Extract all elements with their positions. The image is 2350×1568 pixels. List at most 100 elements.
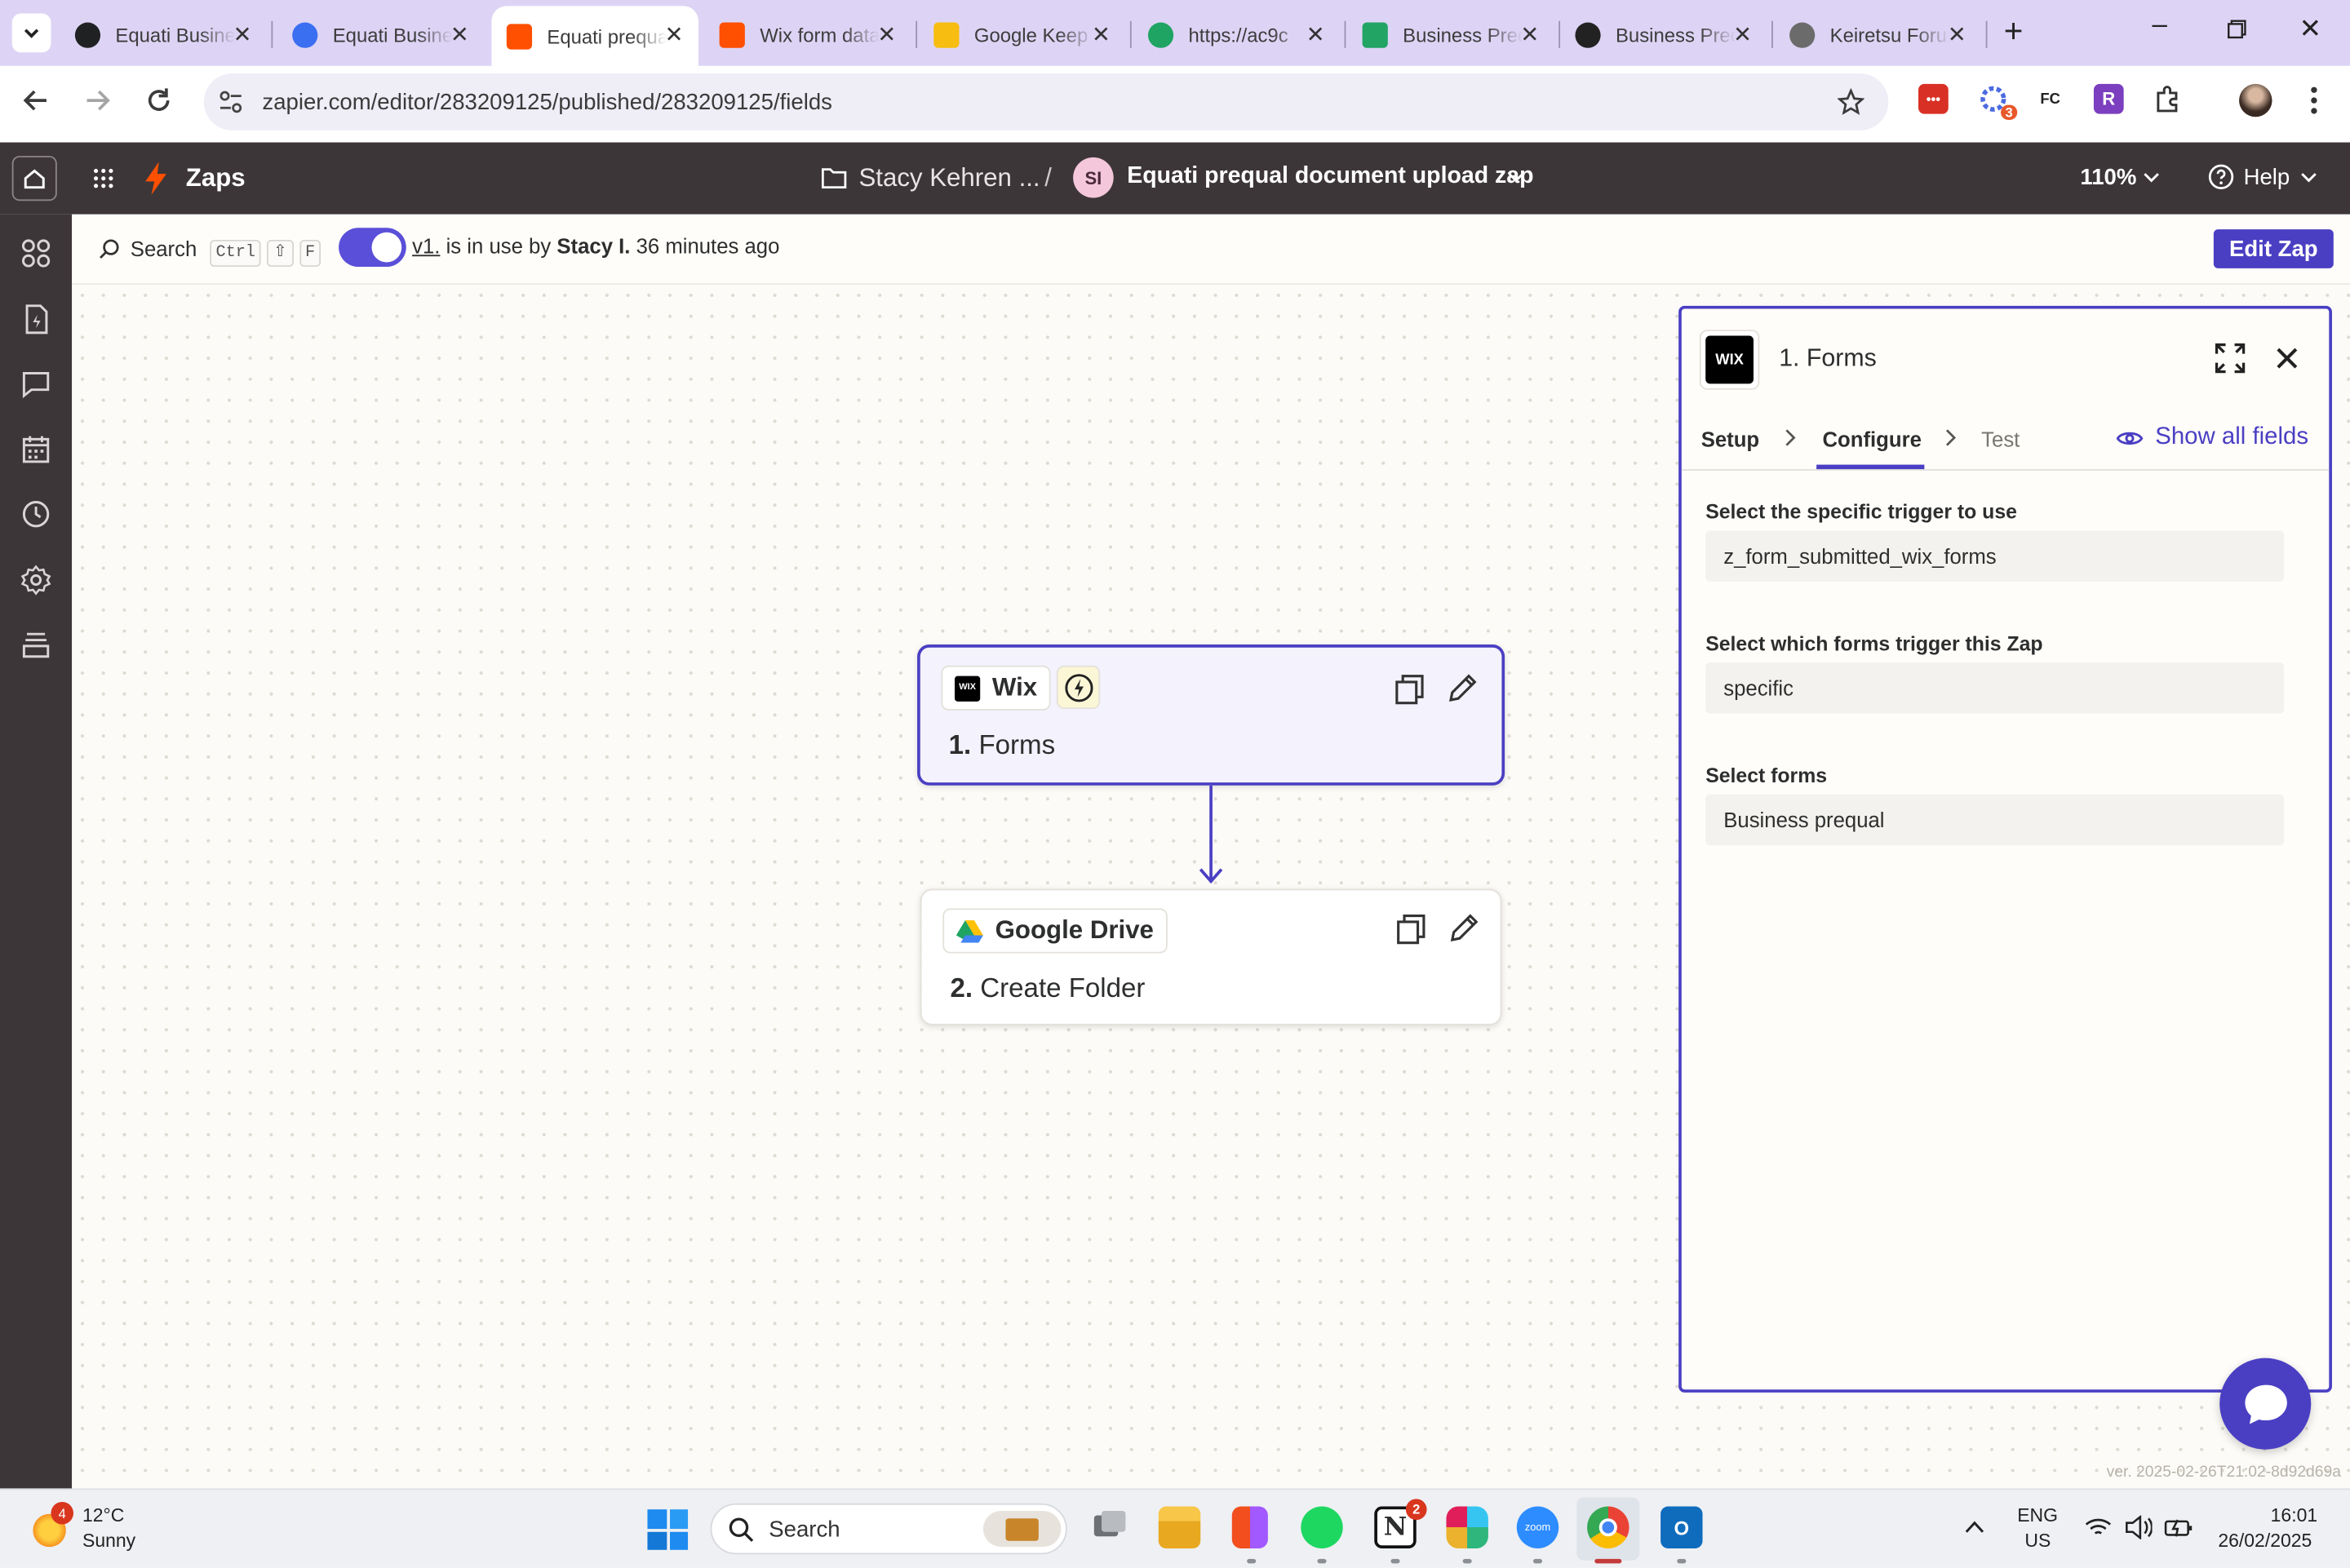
browser-tab[interactable]: https://ac9c ✕ — [1133, 12, 1340, 57]
clock-date[interactable]: 26/02/2025 — [2218, 1530, 2312, 1552]
zap-on-toggle[interactable] — [339, 228, 406, 268]
address-bar[interactable]: zapier.com/editor/283209125/published/28… — [203, 73, 1889, 131]
help-button[interactable]: Help — [2244, 165, 2290, 190]
app-name[interactable]: Zaps — [186, 163, 246, 193]
chevron-down-icon[interactable] — [2300, 172, 2317, 184]
chat-support-button[interactable] — [2219, 1358, 2312, 1450]
version-link[interactable]: v1. — [412, 234, 440, 258]
close-icon[interactable] — [2277, 348, 2298, 369]
close-tab-icon[interactable]: ✕ — [1306, 21, 1325, 48]
close-tab-icon[interactable]: ✕ — [1948, 21, 1966, 48]
language-indicator[interactable]: ENG — [2017, 1505, 2058, 1526]
start-button[interactable] — [647, 1509, 689, 1550]
eye-icon[interactable] — [2116, 428, 2144, 448]
app-chip-wix: WIX Wix — [941, 665, 1051, 711]
spotify-icon[interactable] — [1301, 1506, 1343, 1548]
clock-time[interactable]: 16:01 — [2271, 1505, 2317, 1526]
fc-extension-icon[interactable]: FC — [2035, 84, 2065, 114]
chevron-up-icon[interactable] — [1965, 1520, 1984, 1534]
browser-tab[interactable]: Wix form data ✕ — [704, 12, 911, 57]
browser-tab[interactable]: Equati prequal ✕ — [491, 6, 698, 66]
breadcrumb-folder[interactable]: Stacy Kehren ... — [858, 163, 1040, 193]
notion-icon[interactable]: N2 — [1374, 1499, 1427, 1548]
browser-tab[interactable]: Keiretsu Forum ✕ — [1775, 12, 1981, 57]
colorful-extension-icon[interactable]: 3 — [1978, 84, 2018, 120]
tab-test[interactable]: Test — [1981, 427, 2020, 451]
chevron-down-icon[interactable] — [1508, 172, 1524, 184]
search-icon[interactable] — [99, 238, 120, 259]
app-grid-button[interactable] — [93, 168, 114, 197]
battery-icon[interactable] — [2164, 1516, 2194, 1539]
site-settings-icon[interactable] — [219, 90, 242, 113]
history-clock-icon[interactable] — [20, 498, 52, 530]
region-indicator[interactable]: US — [2024, 1530, 2051, 1552]
close-tab-icon[interactable]: ✕ — [1520, 21, 1539, 48]
close-tab-icon[interactable]: ✕ — [1733, 21, 1752, 48]
settings-gear-icon[interactable] — [20, 564, 52, 596]
show-all-fields-link[interactable]: Show all fields — [2155, 424, 2308, 451]
r-extension-icon[interactable]: R — [2093, 83, 2124, 114]
extensions-menu-icon[interactable] — [2153, 84, 2183, 114]
field-value-trigger[interactable]: z_form_submitted_wix_forms — [1705, 530, 2285, 582]
reload-button[interactable] — [145, 87, 172, 123]
zoom-level[interactable]: 110% — [2080, 165, 2136, 190]
field-value-form-filter[interactable]: specific — [1705, 662, 2285, 714]
step-card-trigger[interactable]: WIX Wix 1. Forms — [917, 644, 1505, 786]
apps-icon[interactable] — [20, 237, 52, 269]
edit-pencil-icon[interactable] — [1446, 671, 1479, 704]
edit-zap-button[interactable]: Edit Zap — [2213, 229, 2334, 268]
browser-tab[interactable]: Google Keep ✕ — [919, 12, 1125, 57]
close-tab-icon[interactable]: ✕ — [1092, 21, 1111, 48]
duplicate-icon[interactable] — [1395, 913, 1428, 946]
close-tab-icon[interactable]: ✕ — [877, 21, 896, 48]
duplicate-icon[interactable] — [1394, 673, 1426, 706]
tab-search-button[interactable] — [11, 13, 51, 53]
profile-avatar[interactable] — [2239, 83, 2272, 117]
back-button[interactable] — [23, 87, 50, 123]
chrome-icon[interactable] — [1587, 1506, 1629, 1548]
step-card-action[interactable]: Google Drive 2. Create Folder — [920, 888, 1502, 1025]
edit-pencil-icon[interactable] — [1448, 911, 1480, 944]
help-circle-icon[interactable] — [2208, 163, 2235, 190]
restore-button[interactable] — [2227, 20, 2246, 47]
file-explorer-icon[interactable] — [1158, 1506, 1201, 1548]
task-view-icon[interactable] — [1088, 1507, 1129, 1548]
browser-tab[interactable]: Business Prequal✕ — [1347, 12, 1554, 57]
browser-menu-button[interactable] — [2309, 86, 2318, 123]
browser-tab[interactable]: Equati Business✕ — [277, 12, 484, 57]
figma-icon[interactable] — [1231, 1506, 1268, 1548]
zap-file-icon[interactable] — [20, 303, 52, 335]
tab-configure[interactable]: Configure — [1822, 427, 1921, 451]
star-icon[interactable] — [1837, 88, 1864, 115]
taskbar-search[interactable]: Search — [710, 1503, 1067, 1555]
volume-icon[interactable] — [2124, 1515, 2153, 1539]
versions-stack-icon[interactable] — [20, 628, 52, 661]
minimize-button[interactable]: – — [2153, 9, 2167, 41]
browser-tab[interactable]: Equati Business✕ — [60, 12, 266, 57]
expand-icon[interactable] — [2215, 343, 2246, 374]
close-tab-icon[interactable]: ✕ — [664, 21, 683, 48]
notion-badge: 2 — [1405, 1499, 1427, 1521]
close-tab-icon[interactable]: ✕ — [233, 21, 251, 48]
zoom-icon[interactable]: zoom — [1516, 1506, 1559, 1548]
slack-icon[interactable] — [1446, 1506, 1488, 1548]
browser-tab[interactable]: Business Prequal✕ — [1560, 12, 1767, 57]
weather-widget[interactable]: 4 12°C Sunny — [30, 1501, 150, 1556]
panel-title[interactable]: 1. Forms — [1779, 345, 1877, 374]
new-tab-button[interactable]: + — [2004, 12, 2024, 51]
field-value-forms[interactable]: Business prequal — [1705, 794, 2285, 846]
forward-button[interactable] — [84, 87, 111, 123]
wifi-icon[interactable] — [2085, 1517, 2112, 1538]
chevron-down-icon[interactable] — [2144, 172, 2160, 184]
close-window-button[interactable]: ✕ — [2299, 14, 2322, 46]
home-button[interactable] — [11, 156, 57, 202]
close-tab-icon[interactable]: ✕ — [450, 21, 469, 48]
search-button[interactable]: Search — [131, 237, 197, 260]
zap-name[interactable]: Equati prequal document upload zap — [1127, 163, 1533, 190]
tab-setup[interactable]: Setup — [1701, 427, 1759, 451]
calendar-icon[interactable] — [20, 433, 52, 466]
comment-icon[interactable] — [20, 367, 52, 400]
lastpass-extension-icon[interactable]: ••• — [1918, 83, 1949, 114]
browser-tab-strip: Equati Business✕Equati Business✕Equati p… — [0, 0, 2350, 66]
outlook-icon[interactable]: O — [1661, 1506, 1703, 1548]
